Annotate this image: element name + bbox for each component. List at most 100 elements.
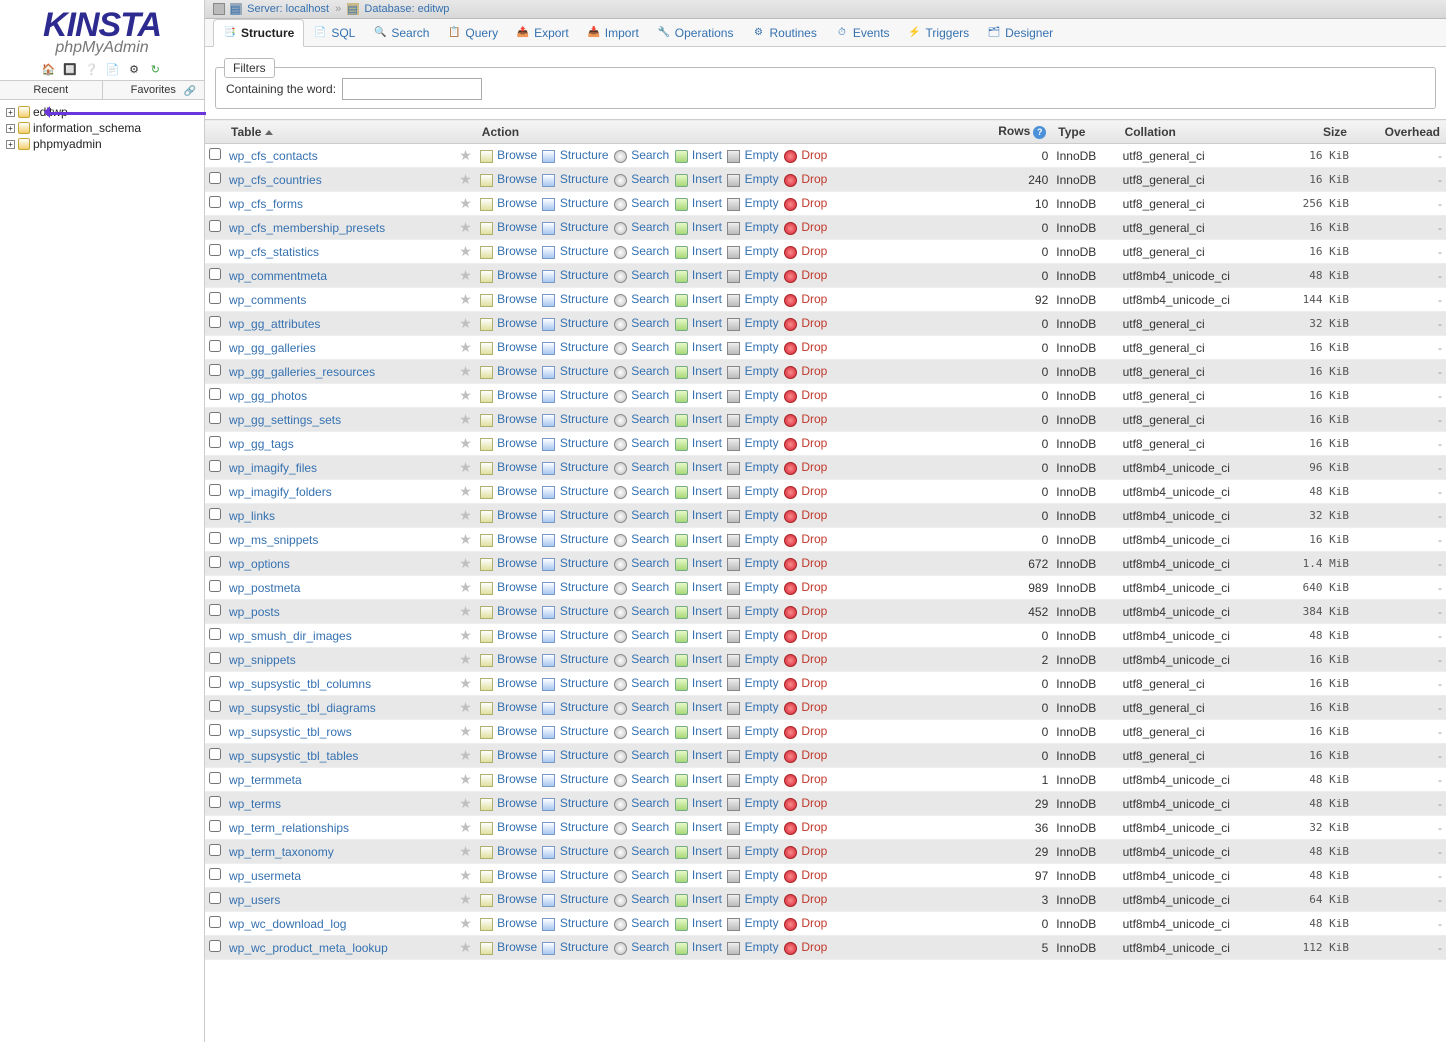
collapse-icon[interactable]	[213, 3, 225, 15]
action-search[interactable]: Search	[631, 340, 669, 354]
row-checkbox[interactable]	[209, 532, 221, 544]
action-structure[interactable]: Structure	[560, 580, 609, 594]
action-empty[interactable]: Empty	[745, 556, 779, 570]
nav-structure[interactable]: 📑Structure	[213, 19, 304, 47]
action-browse[interactable]: Browse	[497, 484, 537, 498]
help-rows-icon[interactable]: ?	[1033, 126, 1046, 139]
favorite-star-icon[interactable]: ★	[459, 555, 472, 571]
action-browse[interactable]: Browse	[497, 652, 537, 666]
action-structure[interactable]: Structure	[560, 628, 609, 642]
action-browse[interactable]: Browse	[497, 316, 537, 330]
action-empty[interactable]: Empty	[745, 628, 779, 642]
action-drop[interactable]: Drop	[801, 196, 827, 210]
action-drop[interactable]: Drop	[801, 268, 827, 282]
action-structure[interactable]: Structure	[560, 916, 609, 930]
action-browse[interactable]: Browse	[497, 868, 537, 882]
action-browse[interactable]: Browse	[497, 676, 537, 690]
favorite-star-icon[interactable]: ★	[459, 435, 472, 451]
action-browse[interactable]: Browse	[497, 556, 537, 570]
favorite-star-icon[interactable]: ★	[459, 771, 472, 787]
filter-input[interactable]	[342, 78, 482, 100]
action-search[interactable]: Search	[631, 724, 669, 738]
action-browse[interactable]: Browse	[497, 748, 537, 762]
favorite-star-icon[interactable]: ★	[459, 651, 472, 667]
action-drop[interactable]: Drop	[801, 436, 827, 450]
action-drop[interactable]: Drop	[801, 940, 827, 954]
table-name-link[interactable]: wp_cfs_membership_presets	[229, 221, 385, 235]
row-checkbox[interactable]	[209, 844, 221, 856]
action-browse[interactable]: Browse	[497, 580, 537, 594]
action-structure[interactable]: Structure	[560, 460, 609, 474]
action-search[interactable]: Search	[631, 556, 669, 570]
action-drop[interactable]: Drop	[801, 580, 827, 594]
row-checkbox[interactable]	[209, 316, 221, 328]
table-name-link[interactable]: wp_snippets	[229, 653, 296, 667]
action-search[interactable]: Search	[631, 484, 669, 498]
action-drop[interactable]: Drop	[801, 916, 827, 930]
col-table[interactable]: Table	[225, 120, 455, 144]
tree-item-information_schema[interactable]: +information_schema	[6, 120, 198, 136]
action-browse[interactable]: Browse	[497, 628, 537, 642]
row-checkbox[interactable]	[209, 676, 221, 688]
row-checkbox[interactable]	[209, 268, 221, 280]
action-structure[interactable]: Structure	[560, 772, 609, 786]
action-search[interactable]: Search	[631, 268, 669, 282]
action-insert[interactable]: Insert	[692, 148, 722, 162]
action-search[interactable]: Search	[631, 220, 669, 234]
favorite-star-icon[interactable]: ★	[459, 603, 472, 619]
table-name-link[interactable]: wp_comments	[229, 293, 306, 307]
action-insert[interactable]: Insert	[692, 676, 722, 690]
action-structure[interactable]: Structure	[560, 220, 609, 234]
table-name-link[interactable]: wp_commentmeta	[229, 269, 327, 283]
action-insert[interactable]: Insert	[692, 460, 722, 474]
action-empty[interactable]: Empty	[745, 244, 779, 258]
action-drop[interactable]: Drop	[801, 844, 827, 858]
home-icon[interactable]: 🏠	[42, 63, 56, 77]
row-checkbox[interactable]	[209, 940, 221, 952]
favorite-star-icon[interactable]: ★	[459, 531, 472, 547]
action-search[interactable]: Search	[631, 676, 669, 690]
action-search[interactable]: Search	[631, 628, 669, 642]
action-structure[interactable]: Structure	[560, 820, 609, 834]
action-drop[interactable]: Drop	[801, 220, 827, 234]
action-insert[interactable]: Insert	[692, 556, 722, 570]
action-browse[interactable]: Browse	[497, 388, 537, 402]
nav-operations[interactable]: 🔧Operations	[648, 19, 743, 46]
action-search[interactable]: Search	[631, 892, 669, 906]
action-search[interactable]: Search	[631, 244, 669, 258]
action-browse[interactable]: Browse	[497, 220, 537, 234]
row-checkbox[interactable]	[209, 796, 221, 808]
row-checkbox[interactable]	[209, 892, 221, 904]
action-drop[interactable]: Drop	[801, 508, 827, 522]
action-insert[interactable]: Insert	[692, 796, 722, 810]
action-structure[interactable]: Structure	[560, 652, 609, 666]
row-checkbox[interactable]	[209, 436, 221, 448]
table-name-link[interactable]: wp_users	[229, 893, 280, 907]
tab-recent[interactable]: Recent	[0, 81, 103, 99]
action-drop[interactable]: Drop	[801, 172, 827, 186]
action-empty[interactable]: Empty	[745, 892, 779, 906]
action-drop[interactable]: Drop	[801, 820, 827, 834]
action-drop[interactable]: Drop	[801, 292, 827, 306]
action-drop[interactable]: Drop	[801, 556, 827, 570]
action-drop[interactable]: Drop	[801, 484, 827, 498]
table-name-link[interactable]: wp_posts	[229, 605, 280, 619]
row-checkbox[interactable]	[209, 748, 221, 760]
action-insert[interactable]: Insert	[692, 484, 722, 498]
reload-icon[interactable]: ↻	[148, 63, 162, 77]
action-browse[interactable]: Browse	[497, 412, 537, 426]
link-icon[interactable]: 🔗	[184, 86, 196, 97]
action-empty[interactable]: Empty	[745, 172, 779, 186]
action-structure[interactable]: Structure	[560, 676, 609, 690]
action-browse[interactable]: Browse	[497, 796, 537, 810]
row-checkbox[interactable]	[209, 868, 221, 880]
table-name-link[interactable]: wp_options	[229, 557, 290, 571]
action-structure[interactable]: Structure	[560, 340, 609, 354]
nav-search[interactable]: 🔍Search	[364, 19, 438, 46]
favorite-star-icon[interactable]: ★	[459, 411, 472, 427]
action-empty[interactable]: Empty	[745, 532, 779, 546]
action-insert[interactable]: Insert	[692, 268, 722, 282]
action-empty[interactable]: Empty	[745, 772, 779, 786]
action-empty[interactable]: Empty	[745, 268, 779, 282]
action-drop[interactable]: Drop	[801, 412, 827, 426]
